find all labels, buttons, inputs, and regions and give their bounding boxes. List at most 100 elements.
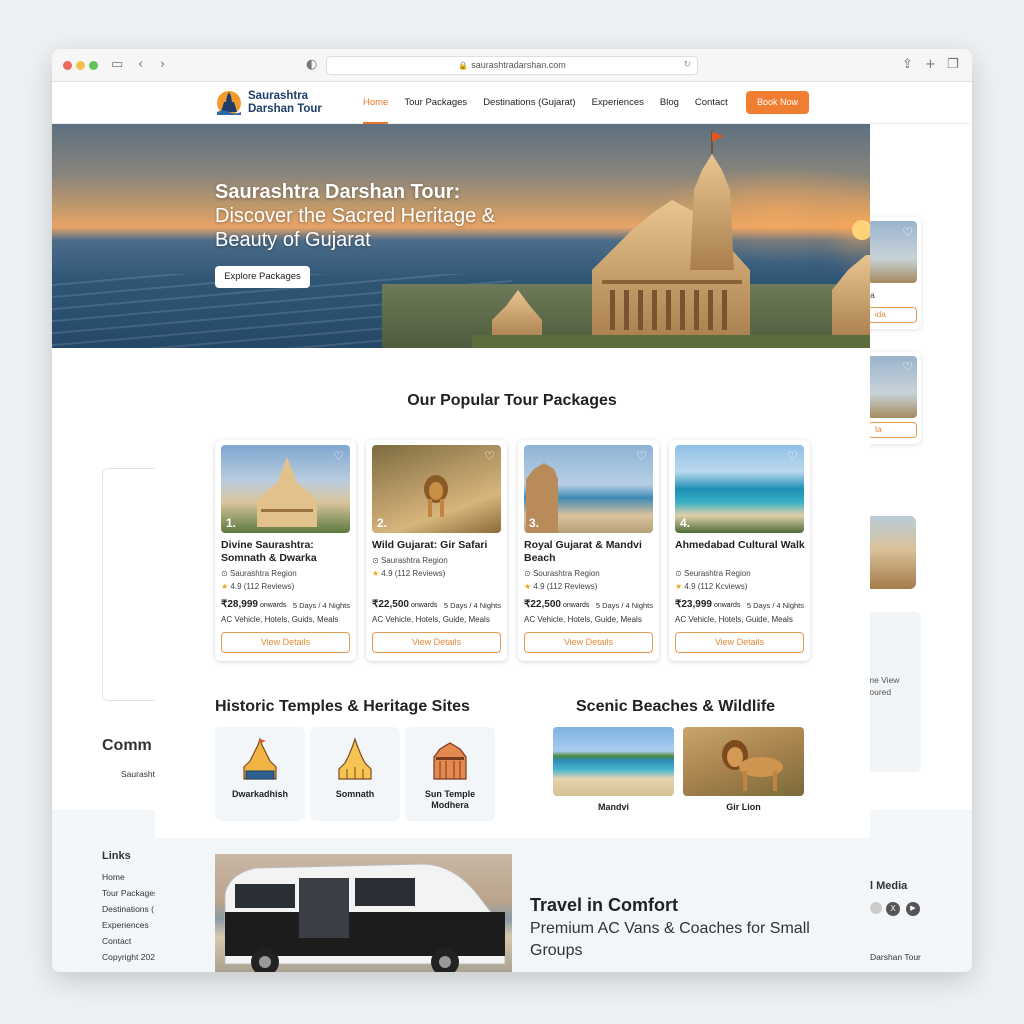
temple-logo-icon — [217, 91, 241, 115]
dwarkadhish-temple-icon — [243, 737, 277, 780]
package-rating: ★ 4.9 (112 Reviews) — [372, 569, 445, 578]
rating-text: 4.9 (112 Reviews) — [533, 582, 598, 591]
nav-link-destinations[interactable]: Destinations (Gujarat) — [483, 82, 575, 124]
reload-icon[interactable]: ↻ — [683, 57, 691, 74]
hero-title: Saurashtra Darshan Tour: Discover the Sa… — [215, 180, 555, 252]
sidebar-icon[interactable]: ▭ — [111, 57, 123, 73]
heritage-card-somnath[interactable]: Somnath — [310, 727, 400, 821]
van-image — [215, 854, 512, 972]
url-text: saurashtradarshan.com — [471, 60, 566, 70]
scene-label: Gir Lion — [726, 802, 761, 812]
heritage-card-dwarkadhish[interactable]: Dwarkadhish — [215, 727, 305, 821]
site-logo[interactable]: Saurashtra Darshan Tour — [215, 88, 325, 118]
heart-icon[interactable]: ♡ — [333, 449, 344, 463]
share-icon[interactable]: ⇪ — [902, 57, 913, 73]
sun-temple-icon — [433, 742, 467, 780]
nav-link-experiences[interactable]: Experiences — [592, 82, 644, 124]
nav-link-blog[interactable]: Blog — [660, 82, 679, 124]
heritage-card-sun-temple[interactable]: Sun Temple Modhera — [405, 727, 495, 821]
lock-icon: 🔒 — [458, 61, 469, 70]
rating-text: 4.9 (112 Reviews) — [230, 582, 295, 591]
package-duration: 5 Days / 4 Nights — [746, 601, 804, 610]
package-card[interactable]: 1. ♡ Divine Saurashtra: Somnath & Dwarka… — [215, 440, 356, 661]
package-number: 4. — [680, 516, 691, 530]
hero-title-rest: Discover the Sacred Heritage & Beauty of… — [215, 205, 496, 251]
main-page: Saurashtra Darshan Tour Home Tour Packag… — [52, 82, 972, 972]
package-price: ₹22,500 onwards — [372, 599, 437, 610]
minimize-window-button[interactable] — [76, 61, 85, 70]
mandvi-beach-image[interactable] — [553, 727, 674, 796]
package-card[interactable]: 4. ♡ Ahmedabad Cultural Walk ⊙ Seurashtr… — [669, 440, 810, 661]
lion-illustration — [424, 475, 448, 517]
scene-label: Mandvi — [597, 802, 629, 812]
package-location: ⊙ Sourashtra Region — [524, 569, 600, 578]
price-onwards: onwards — [410, 602, 438, 609]
location-text: Saurashtra Region — [380, 556, 448, 565]
package-title: Ahmedabad Cultural Walk — [675, 539, 805, 551]
temple-illustration — [257, 457, 317, 527]
van-illustration — [224, 863, 506, 972]
view-details-button[interactable]: View Details — [372, 632, 501, 653]
browser-toolbar: ▭ ‹ › ◐ 🔒 saurashtradarshan.com ↻ ⇪ + ❐ — [52, 49, 972, 82]
tabs-overview-icon[interactable]: ❐ — [947, 57, 959, 73]
package-location: ⊙ Saurashtra Region — [372, 556, 448, 565]
view-details-button[interactable]: View Details — [221, 632, 350, 653]
somnath-temple-icon — [338, 737, 372, 780]
lion-illustration — [722, 740, 783, 791]
price-value: ₹28,999 — [221, 599, 258, 610]
package-location: ⊙ Seurashtra Region — [675, 569, 751, 578]
forward-icon[interactable]: › — [160, 57, 165, 73]
address-bar[interactable]: 🔒 saurashtradarshan.com ↻ — [326, 56, 698, 75]
package-number: 3. — [529, 516, 540, 530]
heart-icon[interactable]: ♡ — [484, 449, 495, 463]
location-pin-icon: ⊙ — [524, 569, 531, 578]
main-nav: Home Tour Packages Destinations (Gujarat… — [363, 82, 744, 124]
nav-link-contact[interactable]: Contact — [695, 82, 728, 124]
view-details-button[interactable]: View Details — [524, 632, 653, 653]
package-image-gir-safari: 2. ♡ — [372, 445, 501, 533]
explore-packages-button[interactable]: Explore Packages — [215, 266, 310, 288]
package-duration: 5 Days / 4 Nights — [292, 601, 350, 610]
zoom-window-button[interactable] — [89, 61, 98, 70]
price-value: ₹22,500 — [372, 599, 409, 610]
package-card[interactable]: 3. ♡ Royal Gujarat & Mandvi Beach ⊙ Sour… — [518, 440, 659, 661]
package-rating: ★ 4.9 (112 Kcviews) — [675, 582, 747, 591]
gir-lion-image[interactable] — [683, 727, 804, 796]
location-pin-icon: ⊙ — [675, 569, 682, 578]
back-icon[interactable]: ‹ — [138, 57, 143, 73]
package-rating: ★ 4.9 (112 Reviews) — [524, 582, 597, 591]
heritage-label: Sun Temple Modhera — [424, 789, 476, 810]
new-tab-icon[interactable]: + — [925, 57, 936, 73]
location-text: Seurashtra Region — [683, 569, 751, 578]
star-icon: ★ — [372, 569, 380, 578]
rating-text: 4.9 (112 Reviews) — [381, 569, 446, 578]
view-details-button[interactable]: View Details — [675, 632, 804, 653]
nav-link-tour-packages[interactable]: Tour Packages — [404, 82, 467, 124]
package-duration: 5 Days / 4 Nights — [443, 601, 501, 610]
package-includes: AC Vehicle, Hotels, Guide, Meals — [675, 615, 793, 624]
rating-text: 4.9 (112 Kcviews) — [684, 582, 748, 591]
location-text: Saurashtra Region — [229, 569, 297, 578]
package-price: ₹23,999 onwards — [675, 599, 740, 610]
package-title: Wild Gujarat: Gir Safari — [372, 539, 488, 551]
price-onwards: onwards — [713, 602, 741, 609]
hero-banner: Saurashtra Darshan Tour: Discover the Sa… — [52, 124, 870, 348]
star-icon: ★ — [675, 582, 683, 591]
close-window-button[interactable] — [63, 61, 72, 70]
browser-window: ▭ ‹ › ◐ 🔒 saurashtradarshan.com ↻ ⇪ + ❐ ♡… — [52, 49, 972, 972]
package-includes: AC Vehicle, Hotels, Guide, Meals — [372, 615, 490, 624]
logo-line1: Saurashtra — [248, 90, 309, 102]
package-includes: AC Vehicle, Hotels, Guids, Meals — [221, 615, 339, 624]
packages-heading: Our Popular Tour Packages — [407, 392, 617, 409]
book-now-button[interactable]: Book Now — [746, 91, 809, 114]
heart-icon[interactable]: ♡ — [636, 449, 647, 463]
heart-icon[interactable]: ♡ — [787, 449, 798, 463]
package-number: 2. — [377, 516, 388, 530]
heritage-label: Dwarkadhish — [231, 789, 289, 799]
package-card[interactable]: 2. ♡ Wild Gujarat: Gir Safari ⊙ Saurasht… — [366, 440, 507, 661]
shield-icon[interactable]: ◐ — [306, 57, 317, 73]
package-includes: AC Vehicle, Hotels, Guide, Meals — [524, 615, 642, 624]
nav-link-home[interactable]: Home — [363, 82, 389, 124]
package-title: Divine Saurashtra: Somnath & Dwarka — [221, 539, 317, 564]
price-value: ₹22,500 — [524, 599, 561, 610]
